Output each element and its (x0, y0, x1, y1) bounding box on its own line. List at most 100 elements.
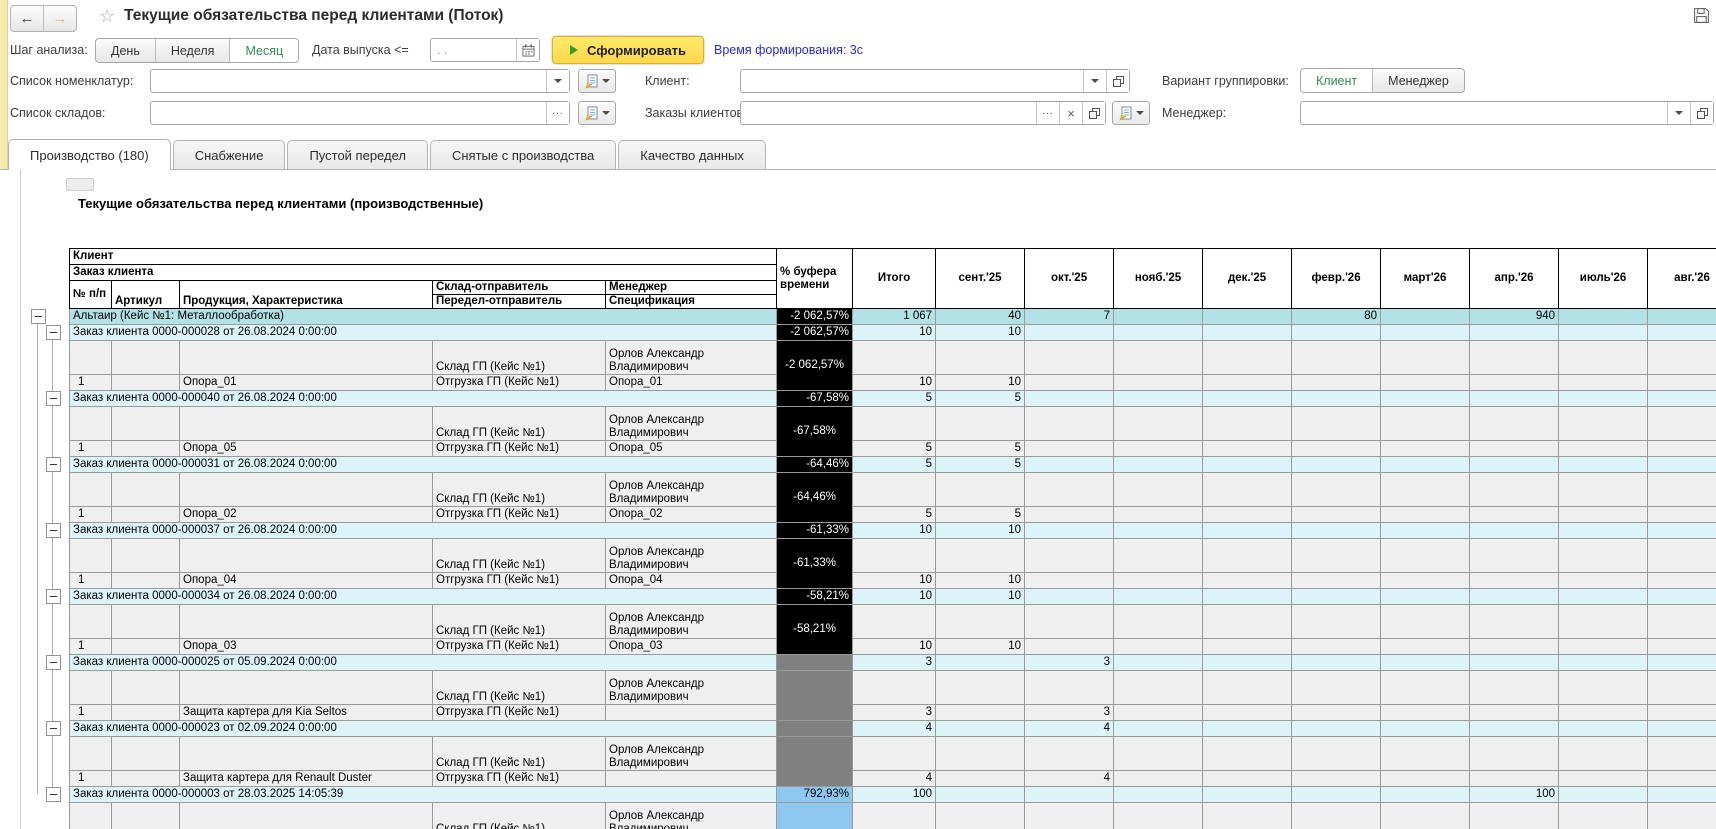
product-cell[interactable] (179, 736, 433, 771)
order-row[interactable]: Заказ клиента 0000-000031 от 26.08.2024 … (68, 456, 1716, 473)
detail-value-5[interactable] (1291, 670, 1382, 705)
tab-0[interactable]: Производство (180) (8, 139, 171, 170)
order15-value-0[interactable]: 100 (852, 786, 937, 803)
item2-value-2[interactable] (1024, 374, 1115, 391)
product-cell[interactable] (179, 538, 433, 573)
detail-value-6[interactable] (1380, 538, 1471, 573)
manager-dropdown-button[interactable] (1667, 102, 1690, 124)
order9-value-5[interactable] (1291, 588, 1382, 605)
spec-cell[interactable]: Опора_03 (604, 638, 778, 655)
detail-value-4[interactable] (1202, 736, 1293, 771)
manager-input[interactable] (1301, 102, 1667, 124)
detail-value-0[interactable] (852, 802, 937, 829)
order1-value-4[interactable] (1202, 324, 1293, 341)
order13-value-6[interactable] (1380, 720, 1471, 737)
generate-button[interactable]: Сформировать (552, 36, 705, 64)
item6-value-5[interactable] (1291, 506, 1382, 523)
client0-value-8[interactable] (1558, 308, 1649, 325)
order3-value-3[interactable] (1113, 390, 1204, 407)
collapse-group-icon[interactable] (46, 589, 61, 604)
item12-value-9[interactable] (1647, 704, 1716, 721)
order-label[interactable]: Заказ клиента 0000-000025 от 05.09.2024 … (68, 654, 778, 671)
article-cell[interactable] (111, 440, 180, 457)
order5-value-3[interactable] (1113, 456, 1204, 473)
article-cell[interactable] (111, 604, 180, 639)
buffer-pct-cell[interactable]: -2 062,57% (776, 340, 854, 391)
detail-value-6[interactable] (1380, 736, 1471, 771)
order13-value-5[interactable] (1291, 720, 1382, 737)
manager-cell[interactable]: Орлов Александр Владимирович (604, 538, 778, 573)
item2-value-3[interactable] (1113, 374, 1204, 391)
detail-value-5[interactable] (1291, 802, 1382, 829)
detail-value-9[interactable] (1647, 472, 1716, 507)
item14-value-6[interactable] (1380, 770, 1471, 787)
item8-value-8[interactable] (1558, 572, 1649, 589)
detail-value-5[interactable] (1291, 604, 1382, 639)
client0-value-7[interactable]: 940 (1469, 308, 1560, 325)
num-cell[interactable]: 1 (69, 704, 112, 721)
order11-value-4[interactable] (1202, 654, 1293, 671)
order3-value-7[interactable] (1469, 390, 1560, 407)
order-label[interactable]: Заказ клиента 0000-000031 от 26.08.2024 … (68, 456, 778, 473)
warehouse-cell[interactable]: Склад ГП (Кейс №1) (432, 802, 606, 829)
detail-value-2[interactable] (1024, 340, 1115, 375)
order13-value-8[interactable] (1558, 720, 1649, 737)
article-cell[interactable] (111, 538, 180, 573)
order7-value-5[interactable] (1291, 522, 1382, 539)
detail-value-3[interactable] (1113, 340, 1204, 375)
release-date-input[interactable] (431, 39, 516, 61)
detail-value-2[interactable] (1024, 604, 1115, 639)
item2-value-6[interactable] (1380, 374, 1471, 391)
detail-value-8[interactable] (1558, 538, 1649, 573)
item14-value-0[interactable]: 4 (852, 770, 937, 787)
detail-value-9[interactable] (1647, 736, 1716, 771)
num-cell[interactable]: 1 (69, 572, 112, 589)
order5-value-6[interactable] (1380, 456, 1471, 473)
collapse-group-icon[interactable] (46, 391, 61, 406)
order13-value-1[interactable] (935, 720, 1026, 737)
client0-value-2[interactable]: 7 (1024, 308, 1115, 325)
buffer-pct-cell[interactable]: -58,21% (776, 588, 854, 605)
detail-value-6[interactable] (1380, 670, 1471, 705)
item8-value-5[interactable] (1291, 572, 1382, 589)
order9-value-7[interactable] (1469, 588, 1560, 605)
item10-value-5[interactable] (1291, 638, 1382, 655)
detail-row-top[interactable]: Склад ГП (Кейс №1) Орлов Александр Владим… (69, 670, 1716, 721)
grouping-option-1[interactable]: Менеджер (1373, 69, 1464, 92)
detail-value-8[interactable] (1558, 802, 1649, 829)
orders-input[interactable] (741, 102, 1036, 124)
buffer-pct-cell[interactable]: -67,58% (776, 390, 854, 407)
product-cell[interactable] (179, 472, 433, 507)
item2-value-8[interactable] (1558, 374, 1649, 391)
order13-value-3[interactable] (1113, 720, 1204, 737)
order1-value-8[interactable] (1558, 324, 1649, 341)
detail-row-top[interactable]: Склад ГП (Кейс №1) Орлов Александр Владим… (69, 802, 1716, 829)
article-cell[interactable] (111, 802, 180, 829)
product-cell[interactable]: Опора_03 (179, 638, 433, 655)
order13-value-9[interactable] (1647, 720, 1716, 737)
client-input[interactable] (741, 70, 1083, 92)
orders-clear-button[interactable]: × (1059, 102, 1082, 124)
item4-value-4[interactable] (1202, 440, 1293, 457)
order7-value-3[interactable] (1113, 522, 1204, 539)
item4-value-8[interactable] (1558, 440, 1649, 457)
client0-value-1[interactable]: 40 (935, 308, 1026, 325)
detail-row-item[interactable]: 1 Опора_04 Отгрузка ГП (Кейс №1) Опора_04 10… (69, 572, 1716, 589)
order13-value-7[interactable] (1469, 720, 1560, 737)
order15-value-8[interactable] (1558, 786, 1649, 803)
order5-value-5[interactable] (1291, 456, 1382, 473)
detail-row-item[interactable]: 1 Защита картера для Kia Seltos Отгрузка Г… (69, 704, 1716, 721)
item6-value-6[interactable] (1380, 506, 1471, 523)
warehouse-cell[interactable]: Склад ГП (Кейс №1) (432, 538, 606, 573)
step-option-0[interactable]: День (96, 39, 156, 62)
order-row[interactable]: Заказ клиента 0000-000040 от 26.08.2024 … (68, 390, 1716, 407)
item14-value-9[interactable] (1647, 770, 1716, 787)
transfer-cell[interactable]: Отгрузка ГП (Кейс №1) (432, 572, 606, 589)
article-cell[interactable] (111, 472, 180, 507)
detail-value-3[interactable] (1113, 538, 1204, 573)
order-row[interactable]: Заказ клиента 0000-000025 от 05.09.2024 … (68, 654, 1716, 671)
article-cell[interactable] (111, 736, 180, 771)
order7-value-9[interactable] (1647, 522, 1716, 539)
manager-cell[interactable]: Орлов Александр Владимирович (604, 340, 778, 375)
detail-value-1[interactable] (935, 670, 1026, 705)
